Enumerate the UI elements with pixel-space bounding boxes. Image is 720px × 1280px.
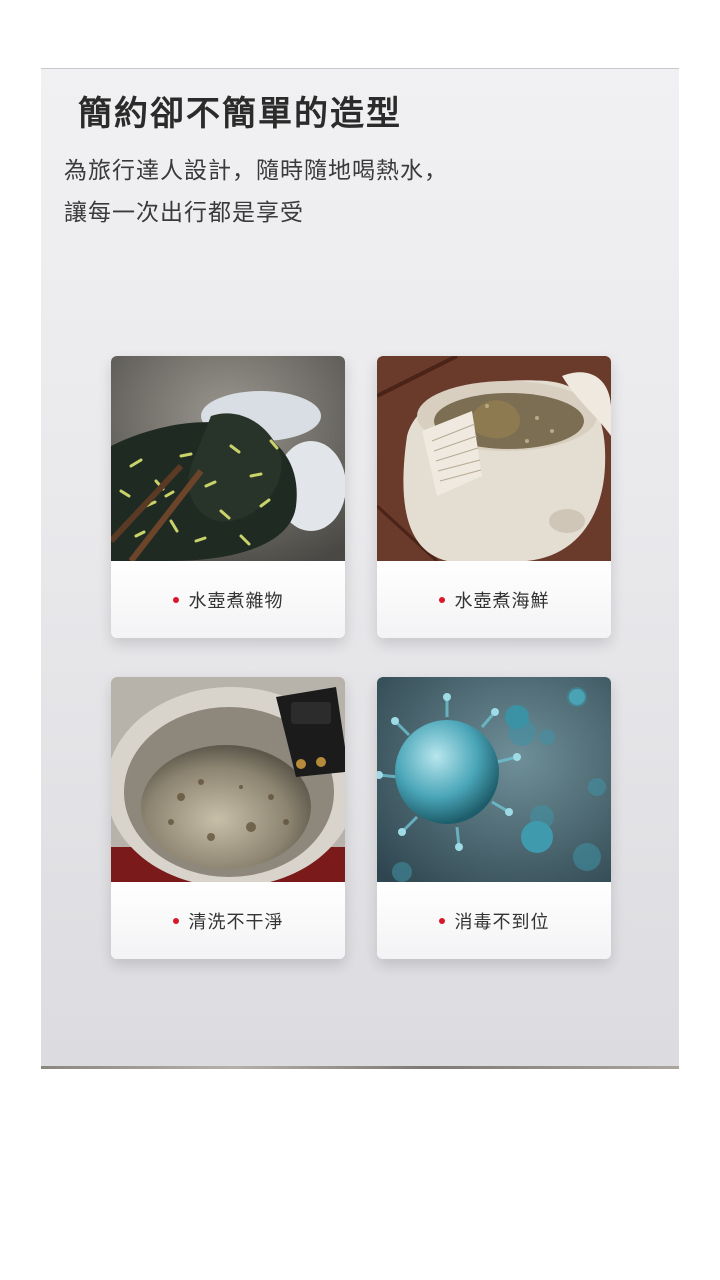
panel-bottom-edge — [41, 1066, 679, 1069]
card-kettle-debris: 水壺煮雜物 — [111, 356, 345, 638]
card-caption: 水壺煮雜物 — [111, 561, 345, 638]
card-label: 水壺煮海鮮 — [454, 590, 550, 612]
page-title: 簡約卻不簡單的造型 — [78, 94, 402, 134]
card-bacteria: 消毒不到位 — [377, 677, 611, 959]
bullet-dot — [438, 917, 445, 924]
card-label: 水壺煮雜物 — [188, 590, 284, 612]
card-caption: 消毒不到位 — [377, 882, 611, 959]
kettle-seafood-photo — [377, 356, 611, 561]
subtitle-line-1: 為旅行達人設計，隨時隨地喝熱水， — [64, 158, 448, 184]
bullet-dot — [438, 596, 445, 603]
dirty-kettle-photo — [111, 677, 345, 882]
bullet-dot — [172, 917, 179, 924]
page-subtitle: 為旅行達人設計，隨時隨地喝熱水， 讓每一次出行都是享受 — [64, 150, 448, 234]
card-label: 消毒不到位 — [454, 911, 550, 933]
card-dirty-kettle: 清洗不干淨 — [111, 677, 345, 959]
subtitle-line-2: 讓每一次出行都是享受 — [64, 200, 304, 226]
card-kettle-seafood: 水壺煮海鮮 — [377, 356, 611, 638]
bacteria-photo — [377, 677, 611, 882]
card-caption: 清洗不干淨 — [111, 882, 345, 959]
card-caption: 水壺煮海鮮 — [377, 561, 611, 638]
kettle-debris-photo — [111, 356, 345, 561]
bullet-dot — [172, 596, 179, 603]
card-label: 清洗不干淨 — [188, 911, 284, 933]
